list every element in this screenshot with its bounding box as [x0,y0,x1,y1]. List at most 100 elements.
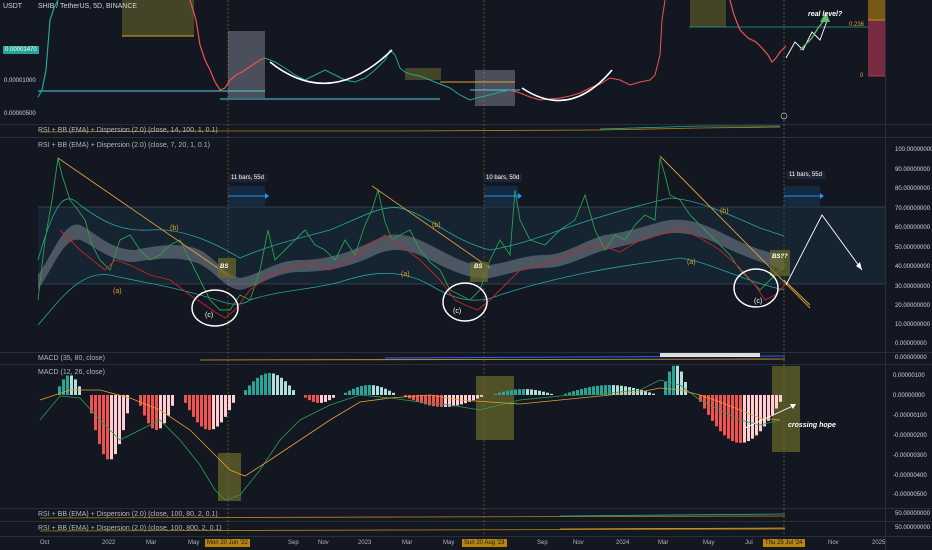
macd-histogram-bar [522,389,525,395]
macd-histogram-bar [360,385,363,395]
macd-histogram-bar [596,385,599,395]
macd-histogram-bar [316,395,319,403]
macd-histogram-bar [472,395,475,401]
date-highlight: Mon 20 Jun '22 [205,539,250,547]
macd-histogram-bar [147,395,150,424]
bs-label: BS?? [772,254,788,260]
macd-histogram-bar [739,395,742,443]
macd-histogram-bar [494,393,497,395]
macd-histogram-bar [480,395,483,397]
macd-histogram-bar [518,389,521,395]
rsi-y-tick: 20.00000000 [895,303,931,309]
x-axis-tick: Mar [658,540,669,546]
chart-canvas[interactable] [0,0,885,550]
rsi-y-tick: 100.00000000 [895,147,932,153]
macd-histogram-bar [376,385,379,395]
macd-histogram-bar [612,385,615,395]
macd-histogram-bar [432,395,435,407]
macd-histogram-bar [498,392,501,395]
macd-histogram-bar [256,377,259,395]
macd-histogram-bar [74,379,77,395]
macd-histogram-bar [118,395,121,445]
wave-label-c: (c) [754,298,763,305]
macd-y-tick: 0.00000100 [893,373,925,379]
date-highlight: Sun 20 Aug '23 [462,539,507,547]
macd-y-tick: -0.00000400 [893,473,927,479]
bar-range-label: 11 bars, 55d [228,174,267,182]
bar-range-label: 10 bars, 50d [483,174,523,182]
indicator-legend-rsi-100-80[interactable]: RSI + BB (EMA) + Dispersion (2.0) (close… [38,511,218,518]
macd-histogram-bar [644,391,647,395]
macd-histogram-bar [568,392,571,395]
indicator-legend-rsi-14[interactable]: RSI + BB (EMA) + Dispersion (2.0) (close… [38,127,218,134]
macd-histogram-bar [755,395,758,436]
macd-small-tick: 0.00000000 [895,355,927,361]
macd-histogram-bar [456,395,459,406]
macd-histogram-bar [580,388,583,395]
macd-histogram-bar [680,371,683,395]
macd-histogram-bar [464,395,467,404]
macd-histogram-bar [308,395,311,401]
macd-histogram-bar [526,389,529,395]
macd-histogram-bar [224,395,227,417]
symbol-title[interactable]: SHIB / TetherUS, 5D, BINANCE [38,3,137,10]
macd-histogram-bar [184,395,187,403]
x-axis-tick: 2024 [616,540,630,546]
macd-histogram-bar [192,395,195,417]
x-axis-tick: Mar [146,540,157,546]
macd-histogram-bar [94,395,97,431]
price-axis[interactable] [885,0,932,550]
macd-histogram-bar [78,386,81,395]
macd-histogram-bar [344,392,347,395]
macd-histogram-bar [248,385,251,395]
indicator-legend-macd-main[interactable]: MACD (12, 26, close) [38,369,105,376]
indicator-legend-rsi-7[interactable]: RSI + BB (EMA) + Dispersion (2.0) (close… [38,142,210,149]
macd-histogram-bar [252,381,255,395]
macd-histogram-bar [364,385,367,395]
macd-histogram-bar [584,387,587,395]
macd-histogram-bar [212,395,215,430]
macd-histogram-bar [502,391,505,395]
macd-histogram-bar [530,389,533,395]
wave-label-b: (b) [720,208,729,215]
macd-histogram-bar [652,393,655,395]
macd-histogram-bar [332,395,335,398]
indicator-legend-macd-small[interactable]: MACD (35, 80, close) [38,355,105,362]
macd-histogram-bar [380,387,383,395]
x-axis-tick: Mar [402,540,413,546]
bottom-tick-2: 50.00000000 [895,525,931,531]
wave-label-c: (c) [453,308,462,315]
current-price-badge: 0.00001470 [3,46,39,54]
macd-histogram-bar [368,385,371,395]
macd-histogram-bar [723,395,726,436]
rsi-y-tick: 50.00000000 [895,245,931,251]
macd-histogram-bar [188,395,191,411]
wave-label-a: (a) [401,271,410,278]
macd-histogram-bar [444,395,447,407]
macd-histogram-bar [759,395,762,432]
macd-histogram-bar [727,395,730,439]
macd-histogram-bar [320,395,323,403]
macd-histogram-bar [110,395,113,460]
macd-histogram-bar [244,390,247,395]
x-axis-tick: May [188,540,200,546]
price-tick-1: 0.00001000 [4,78,36,84]
macd-histogram-bar [264,373,267,395]
macd-histogram-bar [668,371,671,395]
macd-y-tick: 0.00000000 [893,393,925,399]
macd-histogram-bar [196,395,199,423]
rsi-y-tick: 90.00000000 [895,167,931,173]
indicator-legend-rsi-100-800[interactable]: RSI + BB (EMA) + Dispersion (2.0) (close… [38,525,222,532]
macd-histogram-bar [715,395,718,427]
macd-histogram-bar [220,395,223,423]
macd-histogram-bar [731,395,734,442]
macd-histogram-bar [542,391,545,395]
macd-histogram-bar [534,390,537,395]
x-axis-tick: 2022 [102,540,116,546]
x-axis-tick: Oct [40,540,50,546]
macd-histogram-bar [514,389,517,395]
macd-histogram-bar [66,375,69,395]
fib-zero-label: 0 [860,73,864,79]
macd-histogram-bar [171,395,174,406]
macd-histogram-bar [743,395,746,443]
